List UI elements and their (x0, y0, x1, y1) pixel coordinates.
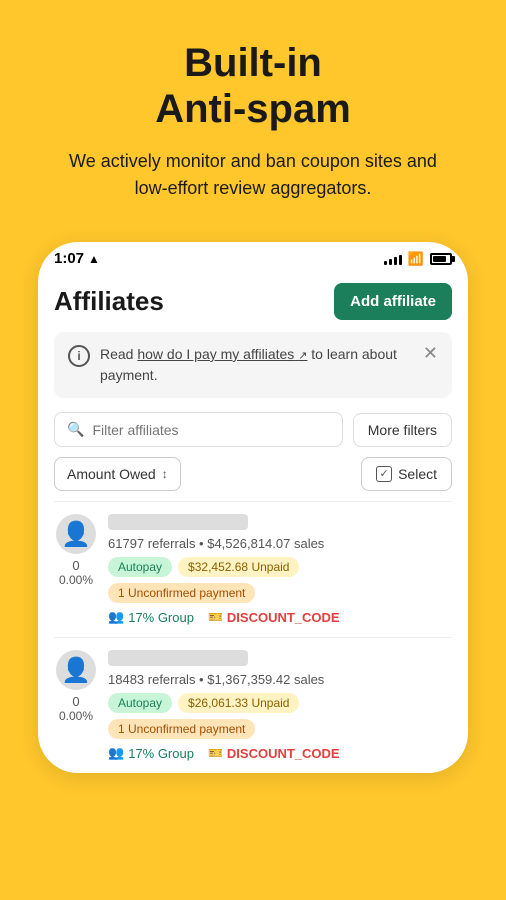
status-icons: 📶 (384, 251, 452, 267)
affiliate-score: 0 0.00% (59, 694, 93, 723)
status-time: 1:07 ▲ (54, 250, 100, 267)
unpaid-badge: $26,061.33 Unpaid (178, 693, 299, 713)
affiliate-info: 61797 referrals • $4,526,814.07 sales Au… (108, 514, 452, 625)
unconfirmed-badge: 1 Unconfirmed payment (108, 583, 255, 603)
affiliate-list: 👤 0 0.00% 61797 referrals • $4,526,814.0… (38, 501, 468, 773)
sort-select-row: Amount Owed ↕ Select (38, 457, 468, 501)
select-button[interactable]: Select (361, 457, 452, 491)
affiliate-meta: 👥 17% Group 🎫 DISCOUNT_CODE (108, 609, 452, 625)
discount-code: 🎫 DISCOUNT_CODE (208, 746, 340, 761)
hero-subtitle: We actively monitor and ban coupon sites… (53, 148, 453, 202)
autopay-badge: Autopay (108, 693, 172, 713)
search-input[interactable] (92, 422, 329, 438)
wifi-icon: 📶 (408, 251, 424, 267)
avatar-icon: 👤 (61, 520, 91, 549)
group-label: 👥 17% Group (108, 609, 194, 625)
filter-row: 🔍 More filters (38, 412, 468, 457)
checkbox-icon (376, 466, 392, 482)
more-filters-button[interactable]: More filters (353, 413, 452, 447)
affiliate-left: 👤 0 0.00% (54, 514, 98, 587)
phone-frame: 1:07 ▲ 📶 Affiliates Add affiliate i Read… (38, 242, 468, 773)
list-item[interactable]: 👤 0 0.00% 18483 referrals • $1,367,359.4… (54, 637, 452, 773)
sort-arrow-icon: ↕ (162, 467, 168, 481)
autopay-badge: Autopay (108, 557, 172, 577)
close-icon[interactable]: ✕ (423, 344, 438, 362)
badges: Autopay $32,452.68 Unpaid 1 Unconfirmed … (108, 557, 452, 603)
avatar: 👤 (56, 514, 96, 554)
info-banner: i Read how do I pay my affiliates ↗ to l… (54, 332, 452, 398)
signal-icon (384, 253, 402, 265)
ticket-icon: 🎫 (208, 610, 223, 624)
affiliate-meta: 👥 17% Group 🎫 DISCOUNT_CODE (108, 745, 452, 761)
add-affiliate-button[interactable]: Add affiliate (334, 283, 452, 320)
location-icon: ▲ (88, 252, 100, 266)
amount-owed-sort-button[interactable]: Amount Owed ↕ (54, 457, 181, 491)
discount-code: 🎫 DISCOUNT_CODE (208, 610, 340, 625)
people-icon: 👥 (108, 745, 124, 761)
affiliate-name (108, 514, 248, 530)
app-title: Affiliates (54, 286, 164, 317)
affiliate-left: 👤 0 0.00% (54, 650, 98, 723)
search-box[interactable]: 🔍 (54, 412, 343, 447)
app-header: Affiliates Add affiliate (38, 273, 468, 332)
ticket-icon: 🎫 (208, 746, 223, 760)
info-icon: i (68, 345, 90, 367)
search-icon: 🔍 (67, 421, 84, 438)
avatar: 👤 (56, 650, 96, 690)
group-label: 👥 17% Group (108, 745, 194, 761)
affiliate-info: 18483 referrals • $1,367,359.42 sales Au… (108, 650, 452, 761)
status-bar: 1:07 ▲ 📶 (38, 242, 468, 273)
unpaid-badge: $32,452.68 Unpaid (178, 557, 299, 577)
battery-icon (430, 253, 452, 265)
hero-section: Built-inAnti-spam We actively monitor an… (0, 0, 506, 222)
unconfirmed-badge: 1 Unconfirmed payment (108, 719, 255, 739)
badges: Autopay $26,061.33 Unpaid 1 Unconfirmed … (108, 693, 452, 739)
list-item[interactable]: 👤 0 0.00% 61797 referrals • $4,526,814.0… (54, 501, 452, 637)
payment-info-link[interactable]: how do I pay my affiliates ↗ (137, 346, 307, 362)
people-icon: 👥 (108, 609, 124, 625)
info-text: Read how do I pay my affiliates ↗ to lea… (100, 344, 413, 386)
affiliate-name (108, 650, 248, 666)
avatar-icon: 👤 (61, 656, 91, 685)
hero-title: Built-inAnti-spam (30, 40, 476, 132)
affiliate-score: 0 0.00% (59, 558, 93, 587)
